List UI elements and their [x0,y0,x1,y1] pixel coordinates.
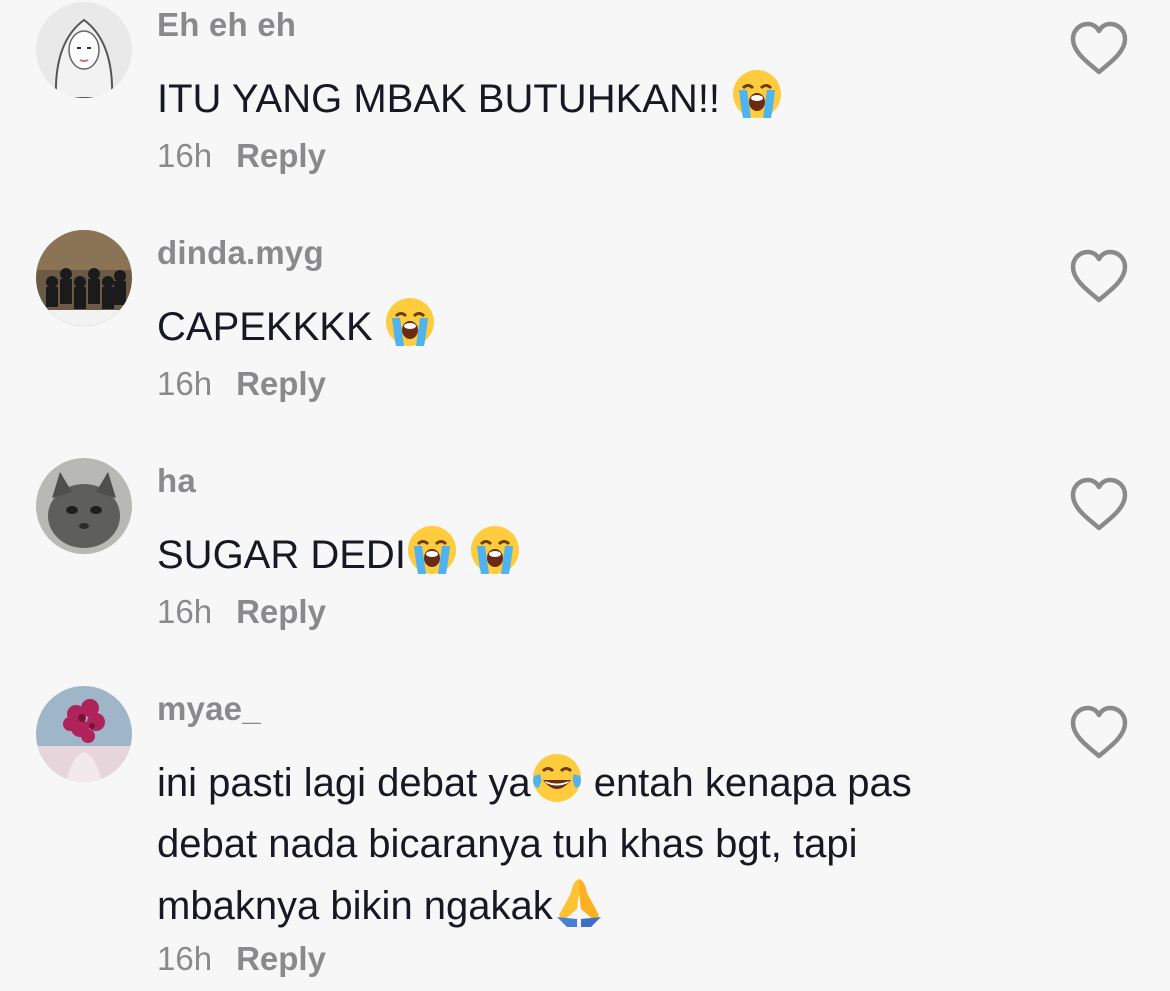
comment-text: ITU YANG MBAK BUTUHKAN!! [157,68,1037,130]
loudly-crying-face-icon [406,524,458,576]
comment-text: CAPEKKKK [157,296,1037,358]
folded-hands-icon [553,875,605,927]
loudly-crying-face-icon [731,68,783,120]
avatar[interactable] [36,2,132,98]
comment-text-part: SUGAR DEDI [157,533,406,577]
avatar[interactable] [36,686,132,782]
comment-text: ini pasti lagi debat ya entah kenapa pas… [157,752,1037,937]
comment-time: 16h [157,593,213,630]
heart-outline-icon [1068,476,1130,534]
comment-text-line: ini pasti lagi debat ya entah kenapa pas [157,752,1037,814]
comment-time: 16h [157,137,213,174]
reply-button[interactable]: Reply [236,365,326,402]
comment-username[interactable]: Eh eh eh [157,6,296,44]
comment-meta: 16h Reply [157,593,326,631]
comment-text-part: ini pasti lagi debat ya [157,761,531,805]
comment-time: 16h [157,365,213,402]
comment-text-part: entah kenapa pas [582,761,912,805]
comment-username[interactable]: dinda.myg [157,234,324,272]
face-with-tears-of-joy-icon [531,752,583,804]
comment-list: Eh eh eh ITU YANG MBAK BUTUHKAN!! 16h Rep… [0,0,1170,991]
comment-meta: 16h Reply [157,137,326,175]
comment-text-part: CAPEKKKK [157,305,384,349]
comment-username[interactable]: ha [157,462,196,500]
heart-outline-icon [1068,20,1130,78]
comment-username[interactable]: myae_ [157,690,261,728]
loudly-crying-face-icon [384,296,436,348]
reply-button[interactable]: Reply [236,940,326,977]
comment-text-part: mbaknya bikin ngakak [157,884,553,928]
comment-text-line: debat nada bicaranya tuh khas bgt, tapi [157,822,858,866]
comment-meta: 16h Reply [157,940,326,978]
loudly-crying-face-icon [469,524,521,576]
comment-text: SUGAR DEDI [157,524,1037,586]
heart-outline-icon [1068,248,1130,306]
reply-button[interactable]: Reply [236,593,326,630]
comment-meta: 16h Reply [157,365,326,403]
comment-text-part: ITU YANG MBAK BUTUHKAN!! [157,77,732,121]
like-button[interactable] [1068,704,1130,762]
comment-time: 16h [157,940,213,977]
like-button[interactable] [1068,20,1130,78]
avatar[interactable] [36,230,132,326]
reply-button[interactable]: Reply [236,137,326,174]
avatar[interactable] [36,458,132,554]
comment-text-line: mbaknya bikin ngakak [157,875,1037,937]
like-button[interactable] [1068,476,1130,534]
like-button[interactable] [1068,248,1130,306]
heart-outline-icon [1068,704,1130,762]
